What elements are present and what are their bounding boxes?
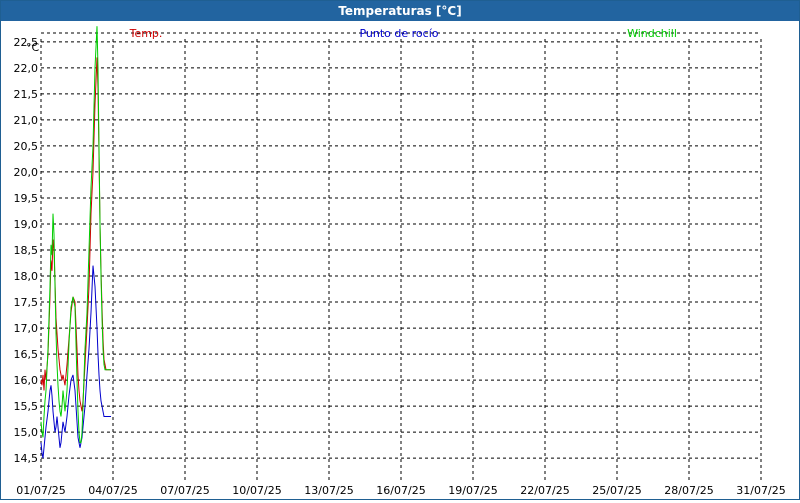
axes: 14,5 15,0 15,5 16,0 16,5 17,0 17,5 18,0 18,5 19,0… bbox=[14, 36, 786, 497]
x-tick-label: 10/07/25 bbox=[232, 484, 281, 497]
legend-entry-2: Windchill bbox=[627, 27, 677, 40]
temperature-chart: 14,5 15,0 15,5 16,0 16,5 17,0 17,5 18,0 18,5 19,0… bbox=[14, 26, 786, 497]
y-tick-label: 17,0 bbox=[14, 322, 39, 335]
y-tick-label: 15,5 bbox=[14, 400, 39, 413]
chart-title: Temperaturas [°C] bbox=[1, 1, 799, 21]
y-tick-label: 16,0 bbox=[14, 374, 39, 387]
y-tick-label: 18,5 bbox=[14, 244, 39, 257]
x-tick-label: 19/07/25 bbox=[448, 484, 497, 497]
x-tick-label: 22/07/25 bbox=[520, 484, 569, 497]
y-tick-label: 15,0 bbox=[14, 426, 39, 439]
x-tick-label: 31/07/25 bbox=[736, 484, 785, 497]
x-tick-label: 28/07/25 bbox=[664, 484, 713, 497]
x-tick-label: 04/07/25 bbox=[88, 484, 137, 497]
y-tick-label: 16,5 bbox=[14, 348, 39, 361]
x-tick-label: 07/07/25 bbox=[160, 484, 209, 497]
grid-lines bbox=[40, 32, 762, 483]
y-tick-label: 18,0 bbox=[14, 270, 39, 283]
y-tick-label: 21,5 bbox=[14, 88, 39, 101]
x-tick-label: 13/07/25 bbox=[304, 484, 353, 497]
y-axis-label: °C bbox=[26, 41, 40, 54]
y-tick-label: 19,5 bbox=[14, 192, 39, 205]
x-tick-label: 16/07/25 bbox=[376, 484, 425, 497]
chart-window: Temperaturas [°C] 14,5 15,0 15,5 16,0 16,5 17… bbox=[0, 0, 800, 500]
legend-entry-0: Temp. bbox=[129, 27, 163, 40]
x-tick-label: 01/07/25 bbox=[16, 484, 65, 497]
y-tick-label: 19,0 bbox=[14, 218, 39, 231]
series-line-2 bbox=[40, 26, 111, 444]
legend-entry-1: Punto de rocío bbox=[359, 27, 438, 40]
y-tick-label: 20,0 bbox=[14, 166, 39, 179]
y-tick-label: 21,0 bbox=[14, 114, 39, 127]
y-tick-label: 14,5 bbox=[14, 452, 39, 465]
y-tick-label: 17,5 bbox=[14, 296, 39, 309]
y-tick-label: 22,0 bbox=[14, 62, 39, 75]
series-lines bbox=[40, 26, 111, 459]
y-tick-label: 20,5 bbox=[14, 140, 39, 153]
x-tick-label: 25/07/25 bbox=[592, 484, 641, 497]
chart-area: 14,5 15,0 15,5 16,0 16,5 17,0 17,5 18,0 18,5 19,0… bbox=[1, 21, 799, 499]
